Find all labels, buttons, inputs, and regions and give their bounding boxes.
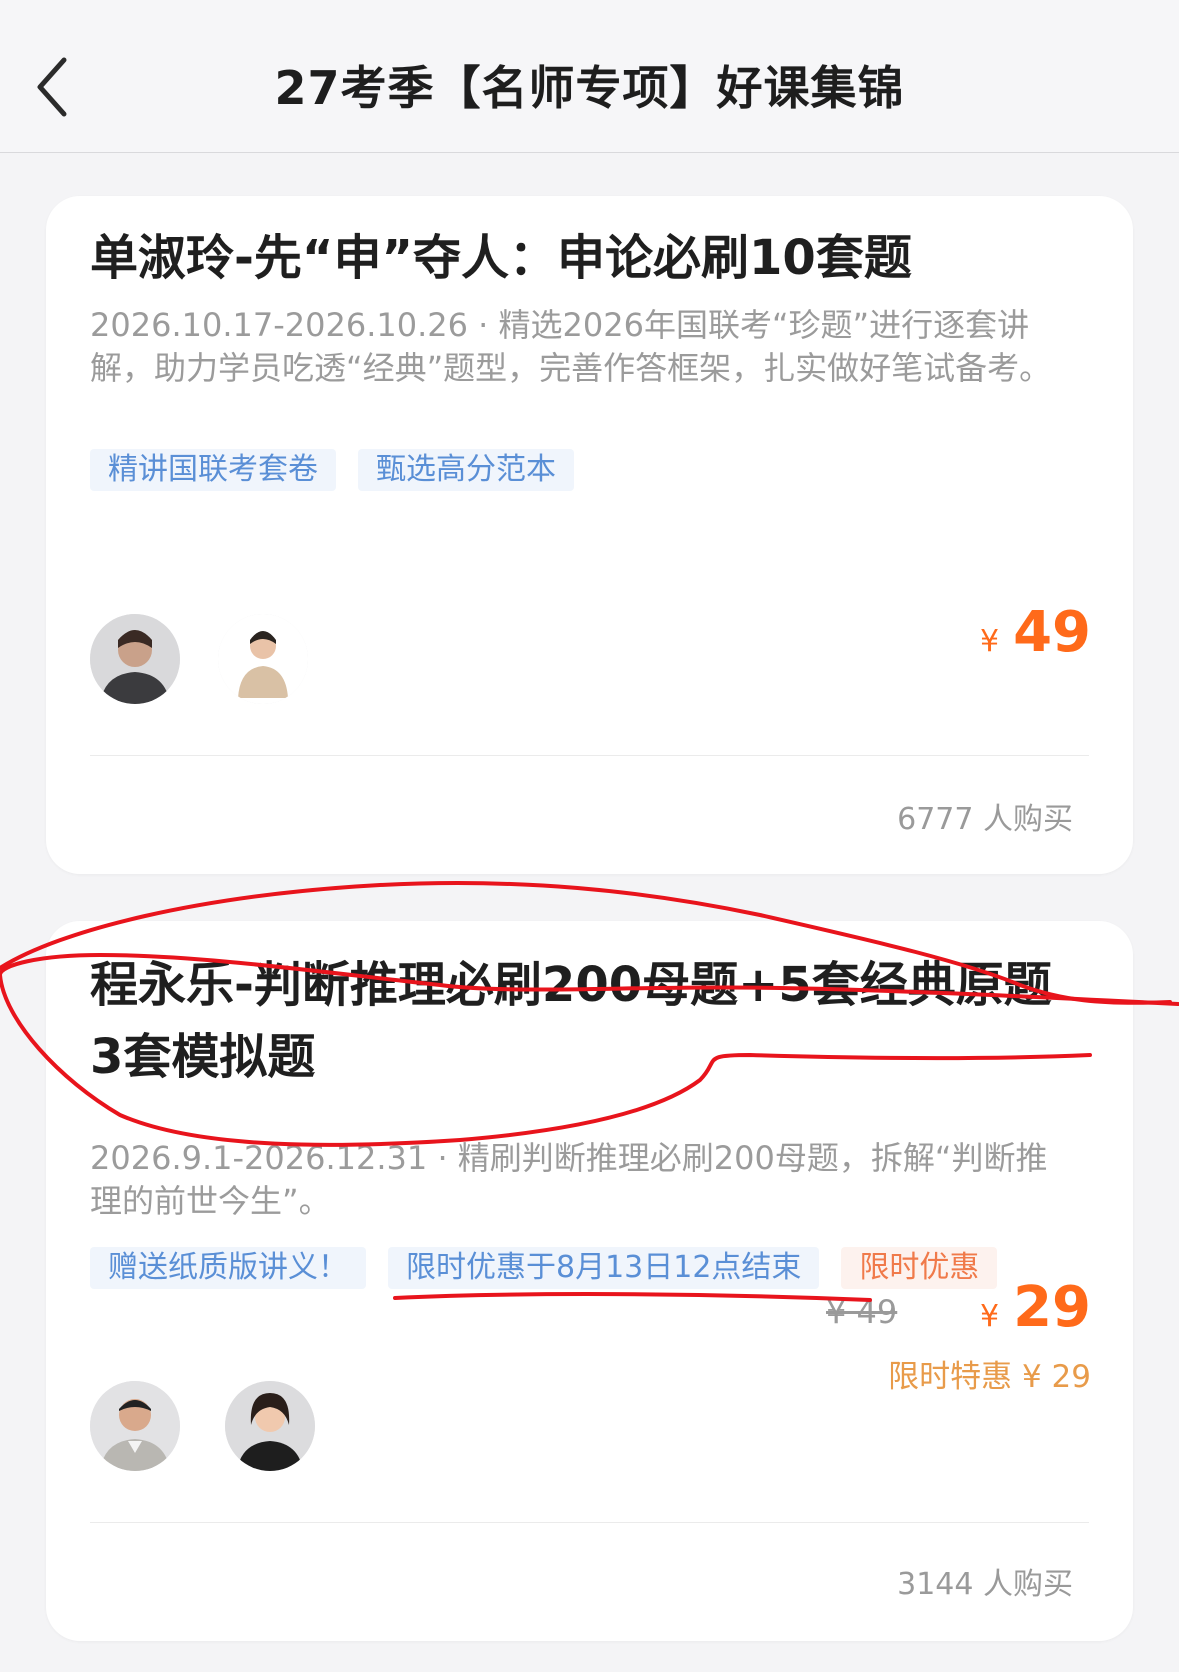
buyers-count: 3144 人购买	[897, 1567, 1073, 1602]
tag: 限时优惠于8月13日12点结束	[388, 1247, 820, 1289]
divider	[90, 1522, 1089, 1523]
divider	[90, 755, 1089, 756]
teacher-avatar[interactable]	[90, 614, 180, 704]
price-value: 29	[1013, 1275, 1091, 1340]
price: ¥29	[980, 1275, 1091, 1340]
tag: 甄选高分范本	[358, 449, 574, 491]
original-price: ¥ 49	[826, 1293, 898, 1331]
course-card[interactable]: 单淑玲-先“申”夺人：申论必刷10套题 2026.10.17-2026.10.2…	[46, 196, 1133, 874]
currency-symbol: ¥	[979, 1299, 1000, 1334]
promo-price: 限时特惠 ¥ 29	[888, 1359, 1091, 1395]
tag: 赠送纸质版讲义！	[90, 1247, 366, 1289]
price-value: 49	[1013, 600, 1091, 665]
buyers-count: 6777 人购买	[897, 802, 1073, 837]
course-title: 单淑玲-先“申”夺人：申论必刷10套题	[90, 230, 912, 286]
course-card[interactable]: 程永乐-判断推理必刷200母题+5套经典原题 3套模拟题 2026.9.1-20…	[46, 921, 1133, 1641]
top-nav-bar: 27考季【名师专项】好课集锦	[0, 0, 1179, 153]
price: ¥49	[980, 600, 1091, 665]
teacher-avatar[interactable]	[218, 614, 308, 704]
tag: 精讲国联考套卷	[90, 449, 336, 491]
course-tags: 赠送纸质版讲义！ 限时优惠于8月13日12点结束 限时优惠	[90, 1247, 998, 1289]
course-tags: 精讲国联考套卷 甄选高分范本	[90, 449, 574, 491]
tag: 限时优惠	[841, 1247, 998, 1289]
course-description: 2026.10.17-2026.10.26 · 精选2026年国联考“珍题”进行…	[90, 306, 1052, 387]
teacher-avatar[interactable]	[225, 1381, 315, 1471]
course-description: 2026.9.1-2026.12.31 · 精刷判断推理必刷200母题，拆解“判…	[90, 1139, 1048, 1220]
teacher-avatar[interactable]	[90, 1381, 180, 1471]
course-title: 程永乐-判断推理必刷200母题+5套经典原题 3套模拟题	[90, 957, 1052, 1085]
currency-symbol: ¥	[979, 624, 1000, 659]
page-title: 27考季【名师专项】好课集锦	[274, 61, 905, 115]
